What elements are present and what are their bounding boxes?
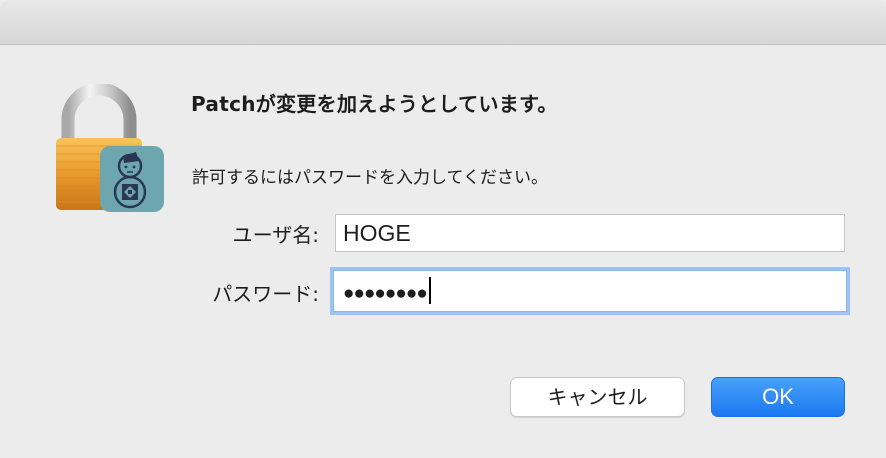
username-field[interactable]: HOGE [335, 214, 845, 252]
authentication-dialog: Patchが変更を加えようとしています。 許可するにはパスワードを入力してくださ… [0, 0, 886, 458]
password-masked-value: ●●●●●●●● [343, 283, 428, 304]
snowman-app-icon [100, 146, 164, 212]
username-value: HOGE [343, 220, 411, 246]
dialog-message: 許可するにはパスワードを入力してください。 [192, 168, 548, 188]
text-caret [428, 277, 431, 305]
password-field[interactable]: ●●●●●●●● [333, 270, 847, 312]
cancel-button[interactable]: キャンセル [510, 377, 685, 417]
dialog-heading: Patchが変更を加えようとしています。 [191, 92, 558, 116]
window-titlebar[interactable] [0, 0, 886, 45]
lock-icon [50, 82, 168, 216]
ok-button[interactable]: OK [711, 377, 845, 417]
password-label: パスワード: [212, 282, 319, 306]
username-label: ユーザ名: [232, 223, 319, 247]
